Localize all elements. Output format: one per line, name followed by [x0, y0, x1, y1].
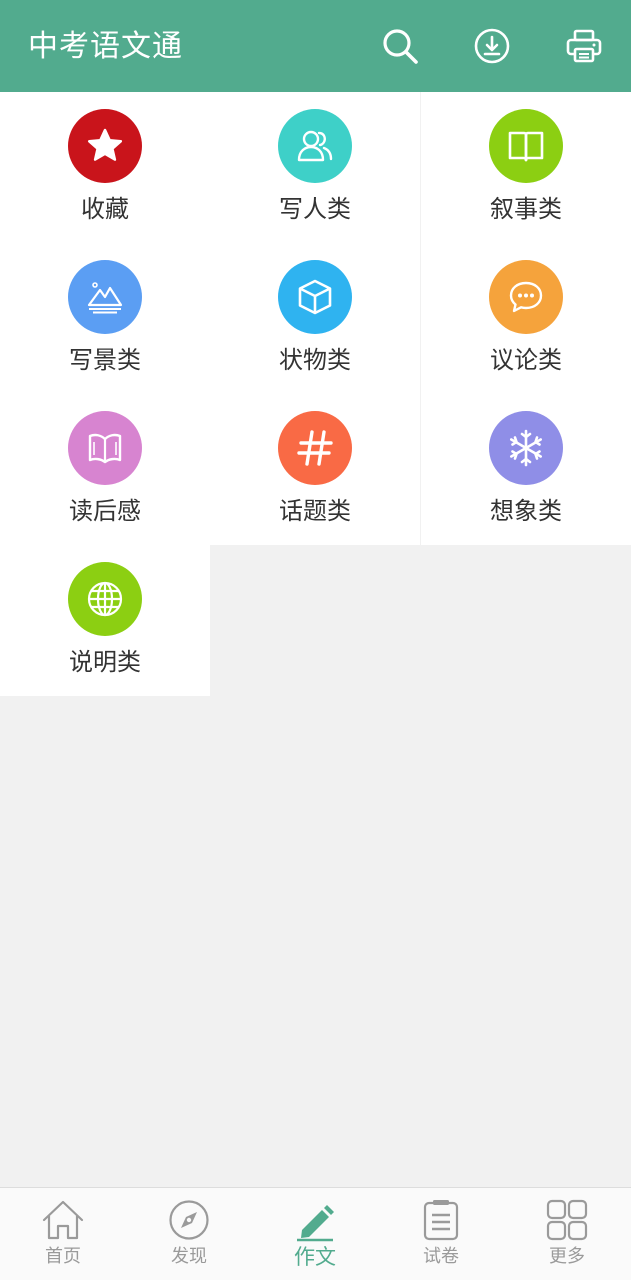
search-icon	[383, 29, 418, 64]
category-icon-circle	[68, 260, 142, 334]
category-icon-circle	[68, 109, 142, 183]
nav-label: 作文	[294, 1245, 336, 1269]
cube-icon	[298, 279, 332, 315]
category-imagination[interactable]: 想象类	[421, 394, 631, 545]
reading-book-icon	[88, 433, 122, 464]
chat-bubble-icon	[509, 281, 543, 313]
category-icon-circle	[489, 109, 563, 183]
nav-discover[interactable]: 发现	[126, 1188, 252, 1280]
nav-exam[interactable]: 试卷	[378, 1188, 504, 1280]
category-label: 说明类	[69, 648, 141, 676]
nav-home[interactable]: 首页	[0, 1188, 126, 1280]
category-icon-circle	[489, 411, 563, 485]
category-reflection[interactable]: 读后感	[0, 394, 210, 545]
pencil-icon	[297, 1205, 334, 1242]
globe-icon	[87, 581, 123, 617]
category-icon-circle	[278, 260, 352, 334]
category-icon-circle	[489, 260, 563, 334]
category-scenery[interactable]: 写景类	[0, 243, 210, 394]
star-icon	[87, 128, 123, 161]
nav-more[interactable]: 更多	[504, 1188, 630, 1280]
category-label: 写人类	[279, 195, 351, 223]
grid-icon	[546, 1199, 588, 1241]
category-argument[interactable]: 议论类	[421, 243, 631, 394]
printer-icon	[566, 29, 602, 63]
hashtag-icon	[297, 430, 333, 466]
nav-essay[interactable]: 作文	[252, 1188, 378, 1280]
people-icon	[297, 130, 333, 162]
category-narrative[interactable]: 叙事类	[421, 92, 631, 243]
mountain-icon	[87, 282, 123, 314]
app-title: 中考语文通	[28, 29, 183, 64]
category-expository[interactable]: 说明类	[0, 545, 210, 696]
category-label: 读后感	[69, 497, 141, 525]
print-button[interactable]	[562, 24, 606, 68]
clipboard-icon	[423, 1200, 459, 1241]
category-label: 议论类	[490, 346, 562, 374]
category-label: 叙事类	[490, 195, 562, 223]
home-icon	[42, 1200, 84, 1240]
bottom-navigation: 首页 发现 作文 试卷 更多	[0, 1187, 631, 1280]
category-topic[interactable]: 话题类	[210, 394, 420, 545]
category-label: 收藏	[81, 195, 129, 223]
nav-label: 发现	[171, 1246, 207, 1267]
app-header: 中考语文通	[0, 0, 631, 92]
open-book-icon	[508, 131, 544, 162]
category-label: 话题类	[279, 497, 351, 525]
compass-icon	[169, 1200, 209, 1240]
nav-label: 试卷	[423, 1246, 459, 1267]
category-people[interactable]: 写人类	[210, 92, 420, 243]
download-icon	[474, 28, 510, 64]
category-icon-circle	[278, 109, 352, 183]
category-objects[interactable]: 状物类	[210, 243, 420, 394]
search-button[interactable]	[378, 24, 422, 68]
nav-label: 更多	[549, 1246, 585, 1267]
category-label: 状物类	[279, 346, 351, 374]
nav-label: 首页	[45, 1246, 81, 1267]
category-icon-circle	[278, 411, 352, 485]
category-label: 想象类	[490, 497, 562, 525]
category-favorites[interactable]: 收藏	[0, 92, 210, 243]
download-button[interactable]	[470, 24, 514, 68]
snowflake-icon	[510, 429, 543, 467]
category-label: 写景类	[69, 346, 141, 374]
category-icon-circle	[68, 411, 142, 485]
category-icon-circle	[68, 562, 142, 636]
